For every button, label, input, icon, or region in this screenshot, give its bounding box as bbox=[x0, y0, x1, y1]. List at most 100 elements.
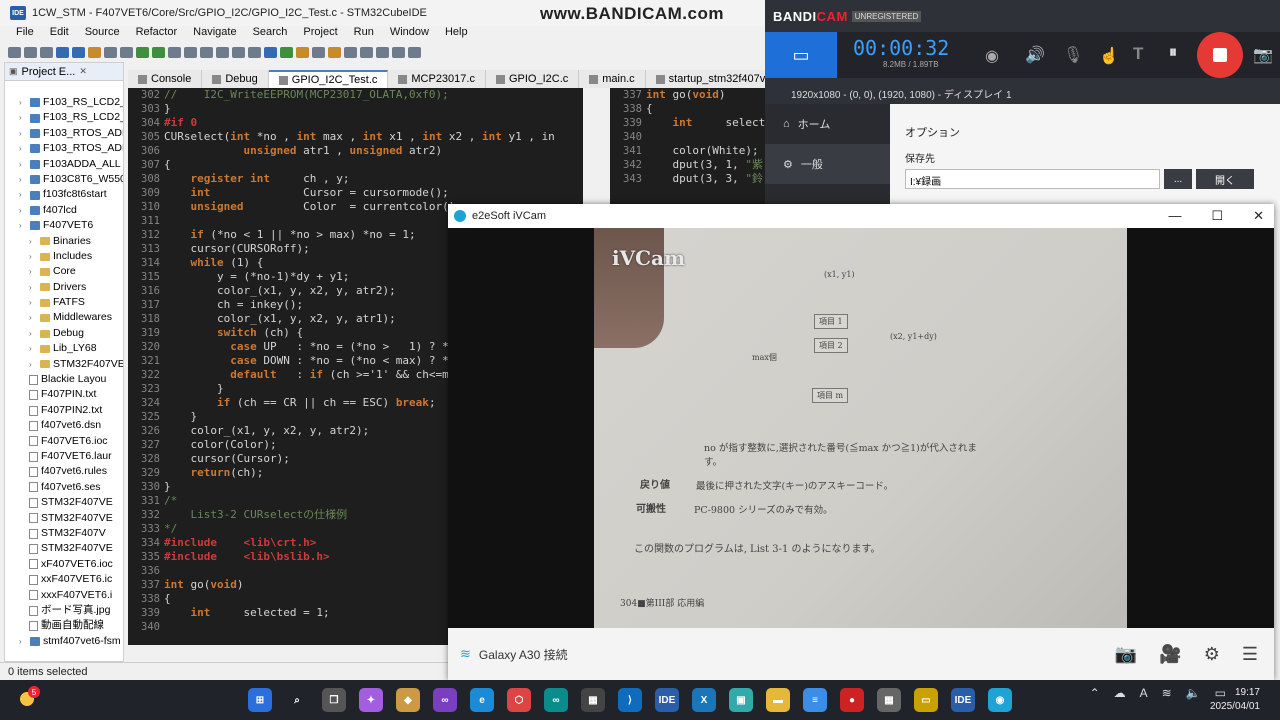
code-line[interactable]: color(White); bbox=[646, 144, 765, 158]
sidebar-item-home[interactable]: ⌂ ホーム bbox=[765, 104, 890, 144]
editor-tab[interactable]: MCP23017.c bbox=[388, 70, 486, 88]
start-icon[interactable]: ⊞ bbox=[248, 688, 272, 712]
tree-item[interactable]: STM32F407VE bbox=[5, 495, 123, 510]
chevron-right-icon[interactable]: › bbox=[19, 126, 27, 141]
build-all-icon[interactable] bbox=[72, 46, 85, 58]
save-icon[interactable] bbox=[24, 46, 37, 58]
menu-icon[interactable]: ☰ bbox=[1242, 644, 1258, 665]
open-type-icon[interactable] bbox=[312, 46, 325, 58]
app-icon[interactable]: ▭ bbox=[914, 688, 938, 712]
tree-item[interactable]: Blackie Layou bbox=[5, 372, 123, 387]
webcam-icon[interactable]: ◉ bbox=[985, 46, 999, 66]
speaker-icon[interactable]: 🔈 bbox=[1186, 686, 1201, 700]
menu-item-project[interactable]: Project bbox=[295, 26, 345, 42]
file-explorer-icon[interactable]: ▬ bbox=[766, 688, 790, 712]
chevron-right-icon[interactable]: › bbox=[19, 203, 27, 218]
tree-item[interactable]: › F103ADDA_ALL bbox=[5, 157, 123, 172]
chevron-right-icon[interactable]: › bbox=[19, 634, 27, 649]
settings-icon[interactable]: ⚙ bbox=[1204, 644, 1220, 665]
app-tray-icon[interactable]: ☁ bbox=[1114, 686, 1126, 700]
run-config-icon[interactable] bbox=[280, 46, 293, 58]
step-over-icon[interactable] bbox=[232, 46, 245, 58]
editor-tab[interactable]: GPIO_I2C.c bbox=[486, 70, 580, 88]
code-text[interactable]: int go(void){ int select color(White); d… bbox=[646, 88, 765, 186]
app-icon[interactable]: ▣ bbox=[729, 688, 753, 712]
external-tools-icon[interactable] bbox=[264, 46, 277, 58]
tree-item[interactable]: › stmf407vet6-fsm bbox=[5, 634, 123, 649]
minimize-icon[interactable]: — bbox=[1168, 208, 1181, 224]
undo-icon[interactable] bbox=[104, 46, 117, 58]
prev-annotation-icon[interactable] bbox=[360, 46, 373, 58]
next-annotation-icon[interactable] bbox=[376, 46, 389, 58]
menu-item-navigate[interactable]: Navigate bbox=[185, 26, 244, 42]
tree-item[interactable]: F407VET6.laur bbox=[5, 449, 123, 464]
run-icon[interactable] bbox=[152, 46, 165, 58]
chevron-up-icon[interactable]: ⌃ bbox=[1090, 686, 1100, 700]
back-icon[interactable] bbox=[392, 46, 405, 58]
bandicam-icon[interactable]: ● bbox=[840, 688, 864, 712]
redo-icon[interactable] bbox=[120, 46, 133, 58]
tree-item[interactable]: F407VET6.ioc bbox=[5, 434, 123, 449]
search-icon[interactable]: ⌕ bbox=[285, 688, 309, 712]
chevron-right-icon[interactable]: › bbox=[29, 341, 37, 356]
code-line[interactable] bbox=[646, 130, 765, 144]
tree-item[interactable]: xxxF407VET6.i bbox=[5, 588, 123, 603]
code-line[interactable]: { bbox=[164, 158, 555, 172]
save-all-icon[interactable] bbox=[40, 46, 53, 58]
code-line[interactable]: dput(3, 1, "紫 bbox=[646, 158, 765, 172]
close-icon[interactable]: ✕ bbox=[1253, 208, 1264, 224]
tree-item[interactable]: › Middlewares bbox=[5, 310, 123, 325]
chevron-right-icon[interactable]: › bbox=[19, 110, 27, 125]
step-return-icon[interactable] bbox=[248, 46, 261, 58]
code-line[interactable]: { bbox=[646, 102, 765, 116]
menu-item-window[interactable]: Window bbox=[382, 26, 437, 42]
suspend-icon[interactable] bbox=[184, 46, 197, 58]
build-icon[interactable] bbox=[56, 46, 69, 58]
chevron-right-icon[interactable]: › bbox=[29, 280, 37, 295]
new-icon[interactable] bbox=[8, 46, 21, 58]
menu-item-help[interactable]: Help bbox=[437, 26, 476, 42]
menu-item-source[interactable]: Source bbox=[77, 26, 128, 42]
tree-item[interactable]: › f407lcd bbox=[5, 203, 123, 218]
speaker-icon[interactable]: 🔊 bbox=[1025, 45, 1045, 65]
chevron-right-icon[interactable]: › bbox=[19, 218, 27, 233]
code-line[interactable]: #if 0 bbox=[164, 116, 555, 130]
video-record-icon[interactable]: 🎥 bbox=[1159, 644, 1181, 665]
copilot-icon[interactable]: ✦ bbox=[359, 688, 383, 712]
tree-item[interactable]: › Lib_LY68 bbox=[5, 341, 123, 356]
editor-tab[interactable]: Console bbox=[128, 70, 203, 88]
chevron-right-icon[interactable]: › bbox=[19, 95, 27, 110]
ime-indicator[interactable]: A bbox=[1140, 686, 1148, 700]
cursor-effect-icon[interactable]: ☝ bbox=[1099, 46, 1119, 66]
code-line[interactable]: // I2C_WriteEEPROM(MCP23017_OLATA,0xf0); bbox=[164, 88, 555, 102]
close-icon[interactable]: ✕ bbox=[79, 66, 87, 77]
code-line[interactable]: unsigned atr1 , unsigned atr2) bbox=[164, 144, 555, 158]
maximize-icon[interactable]: ☐ bbox=[1211, 208, 1223, 224]
forward-icon[interactable] bbox=[408, 46, 421, 58]
tree-item[interactable]: F407PIN2.txt bbox=[5, 403, 123, 418]
code-line[interactable]: int go(void) bbox=[646, 88, 765, 102]
annotation-icon[interactable] bbox=[344, 46, 357, 58]
debug-icon[interactable] bbox=[136, 46, 149, 58]
tree-item[interactable]: › Includes bbox=[5, 249, 123, 264]
chevron-right-icon[interactable]: › bbox=[29, 264, 37, 279]
menu-item-run[interactable]: Run bbox=[346, 26, 382, 42]
terminate-icon[interactable] bbox=[200, 46, 213, 58]
tree-item[interactable]: › Core bbox=[5, 264, 123, 279]
tree-item[interactable]: STM32F407VE bbox=[5, 541, 123, 556]
tree-item[interactable]: xF407VET6.ioc bbox=[5, 557, 123, 572]
tree-item[interactable]: › F103_RS_LCD2_R bbox=[5, 110, 123, 125]
tree-item[interactable]: f407vet6.rules bbox=[5, 464, 123, 479]
wifi-icon[interactable]: ≋ bbox=[1162, 686, 1172, 700]
open-folder-button[interactable]: 開く bbox=[1196, 169, 1254, 189]
arduino-icon[interactable]: ∞ bbox=[544, 688, 568, 712]
editor-tab[interactable]: GPIO_I2C_Test.c bbox=[268, 70, 389, 88]
stm32cubeide-icon[interactable]: IDE bbox=[655, 688, 679, 712]
tree-item[interactable]: › Drivers bbox=[5, 280, 123, 295]
tree-item[interactable]: › F103_RS_LCD2_R bbox=[5, 95, 123, 110]
chevron-right-icon[interactable]: › bbox=[29, 310, 37, 325]
stop-recording-button[interactable] bbox=[1197, 32, 1243, 78]
sidebar-item-general[interactable]: ⚙ 一般 bbox=[765, 144, 890, 184]
tree-item[interactable]: › f103fc8t6start bbox=[5, 187, 123, 202]
stm32cubeide-icon[interactable]: IDE bbox=[951, 688, 975, 712]
